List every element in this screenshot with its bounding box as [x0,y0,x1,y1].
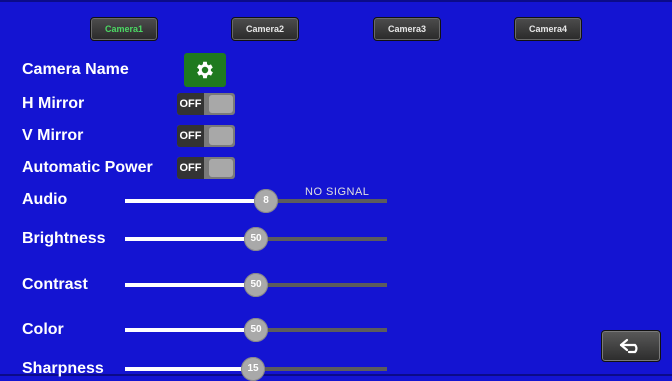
audio-slider[interactable]: 8 [125,189,387,213]
camera-name-settings-button[interactable] [184,53,226,87]
brightness-slider-thumb[interactable]: 50 [244,227,268,251]
back-button[interactable] [601,330,661,362]
toggle-knob [209,159,233,177]
toggle-knob [209,127,233,145]
brightness-slider[interactable]: 50 [125,227,387,251]
toggle-knob [209,95,233,113]
automatic-power-label: Automatic Power [22,159,153,176]
camera-name-label: Camera Name [22,61,129,78]
sharpness-slider[interactable]: 15 [125,357,387,381]
sharpness-label: Sharpness [22,360,104,377]
no-signal-text: NO SIGNAL [305,186,370,198]
v-mirror-label: V Mirror [22,127,84,144]
sharpness-slider-thumb[interactable]: 15 [241,357,265,381]
gear-icon [197,61,213,79]
v-mirror-toggle[interactable]: OFF [177,125,235,147]
contrast-slider[interactable]: 50 [125,273,387,297]
contrast-label: Contrast [22,276,88,293]
color-slider[interactable]: 50 [125,318,387,342]
audio-label: Audio [22,191,68,208]
h-mirror-label: H Mirror [22,95,85,112]
tab-camera4[interactable]: Camera4 [514,17,582,41]
v-mirror-state: OFF [177,125,204,147]
tab-camera2[interactable]: Camera2 [231,17,299,41]
audio-slider-thumb[interactable]: 8 [254,189,278,213]
contrast-slider-fill [125,283,256,287]
brightness-label: Brightness [22,230,106,247]
back-arrow-icon [619,338,638,354]
color-slider-fill [125,328,256,332]
sharpness-slider-fill [125,367,253,371]
tab-camera1[interactable]: Camera1 [90,17,158,41]
color-slider-thumb[interactable]: 50 [244,318,268,342]
automatic-power-state: OFF [177,157,204,179]
tab-camera3[interactable]: Camera3 [373,17,441,41]
automatic-power-toggle[interactable]: OFF [177,157,235,179]
h-mirror-toggle[interactable]: OFF [177,93,235,115]
color-label: Color [22,321,64,338]
brightness-slider-fill [125,237,256,241]
h-mirror-state: OFF [177,93,204,115]
audio-slider-fill [125,199,266,203]
contrast-slider-thumb[interactable]: 50 [244,273,268,297]
